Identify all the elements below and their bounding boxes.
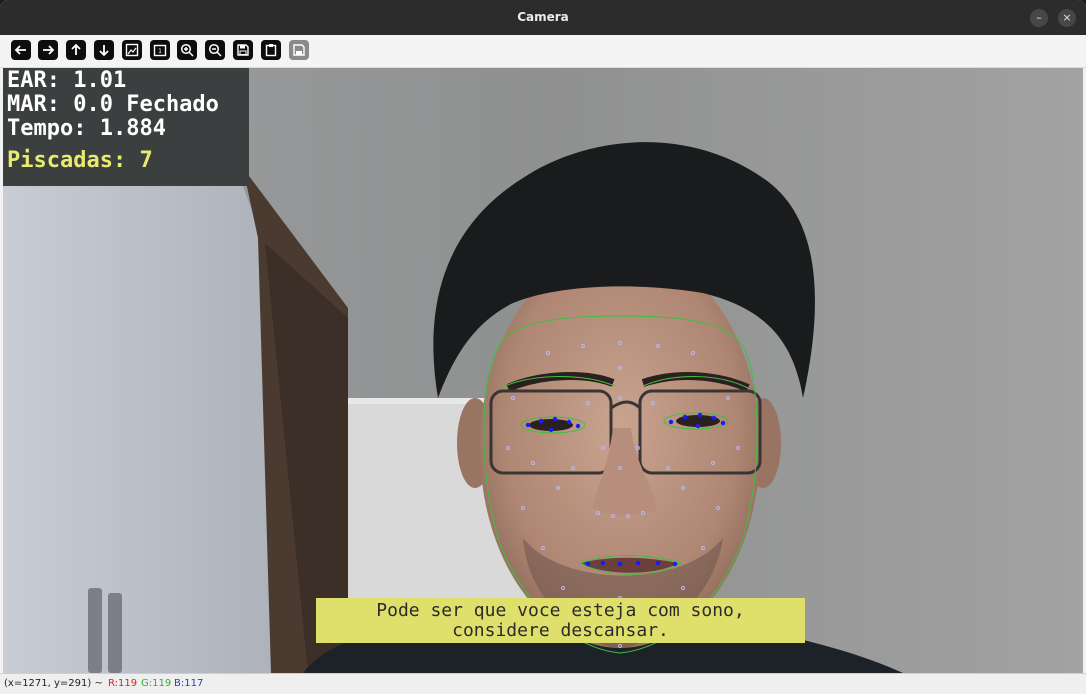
zoom-in-button[interactable]: [177, 40, 197, 60]
zoom-out-icon: [208, 43, 222, 57]
zoom-original-button[interactable]: 1: [150, 40, 170, 60]
svg-text:1: 1: [158, 48, 162, 55]
properties-icon: [293, 44, 305, 56]
title-bar[interactable]: Camera – ×: [0, 0, 1086, 35]
arrow-right-icon: [43, 45, 55, 55]
status-bar: (x=1271, y=291) ~ R:119 G:119 B:117: [0, 673, 1086, 694]
tempo-label: Tempo: 1.884: [7, 116, 166, 141]
warning-line-2: considere descansar.: [452, 620, 669, 641]
toolbar: 1: [0, 35, 1086, 68]
pan-up-button[interactable]: [66, 40, 86, 60]
pan-right-button[interactable]: [38, 40, 58, 60]
zoom-fit-button[interactable]: [122, 40, 142, 60]
copy-clipboard-button[interactable]: [261, 40, 281, 60]
cursor-coordinates: (x=1271, y=291) ~: [4, 678, 103, 689]
save-icon: [237, 44, 249, 56]
pixel-red-value: R:119: [108, 678, 138, 689]
arrow-up-icon: [71, 43, 81, 55]
arrow-down-icon: [99, 45, 109, 57]
camera-window: Camera – × 1 EAR: 1.01 MAR: 0.0 Fechado …: [0, 0, 1086, 694]
close-button[interactable]: ×: [1058, 9, 1076, 27]
minimize-button[interactable]: –: [1030, 9, 1048, 27]
zoom-original-icon: 1: [153, 44, 167, 57]
zoom-in-icon: [180, 43, 194, 57]
pan-down-button[interactable]: [94, 40, 114, 60]
arrow-left-icon: [14, 45, 26, 55]
window-title: Camera: [517, 10, 569, 24]
save-button[interactable]: [233, 40, 253, 60]
warning-line-1: Pode ser que voce esteja com sono,: [376, 600, 745, 621]
clipboard-icon: [265, 44, 277, 57]
blink-count-label: Piscadas: 7: [7, 148, 153, 173]
camera-image[interactable]: EAR: 1.01 MAR: 0.0 Fechado Tempo: 1.884 …: [3, 68, 1083, 673]
zoom-out-button[interactable]: [205, 40, 225, 60]
pixel-green-value: G:119: [141, 678, 172, 689]
zoom-fit-icon: [125, 43, 139, 57]
pan-left-button[interactable]: [11, 40, 31, 60]
mar-label: MAR: 0.0 Fechado: [7, 92, 219, 117]
metrics-panel: EAR: 1.01 MAR: 0.0 Fechado Tempo: 1.884 …: [3, 68, 249, 186]
ear-label: EAR: 1.01: [7, 68, 127, 93]
wardrobe: [3, 186, 273, 673]
properties-button[interactable]: [289, 40, 309, 60]
drowsiness-warning: Pode ser que voce esteja com sono, consi…: [316, 598, 805, 643]
pixel-blue-value: B:117: [174, 678, 204, 689]
